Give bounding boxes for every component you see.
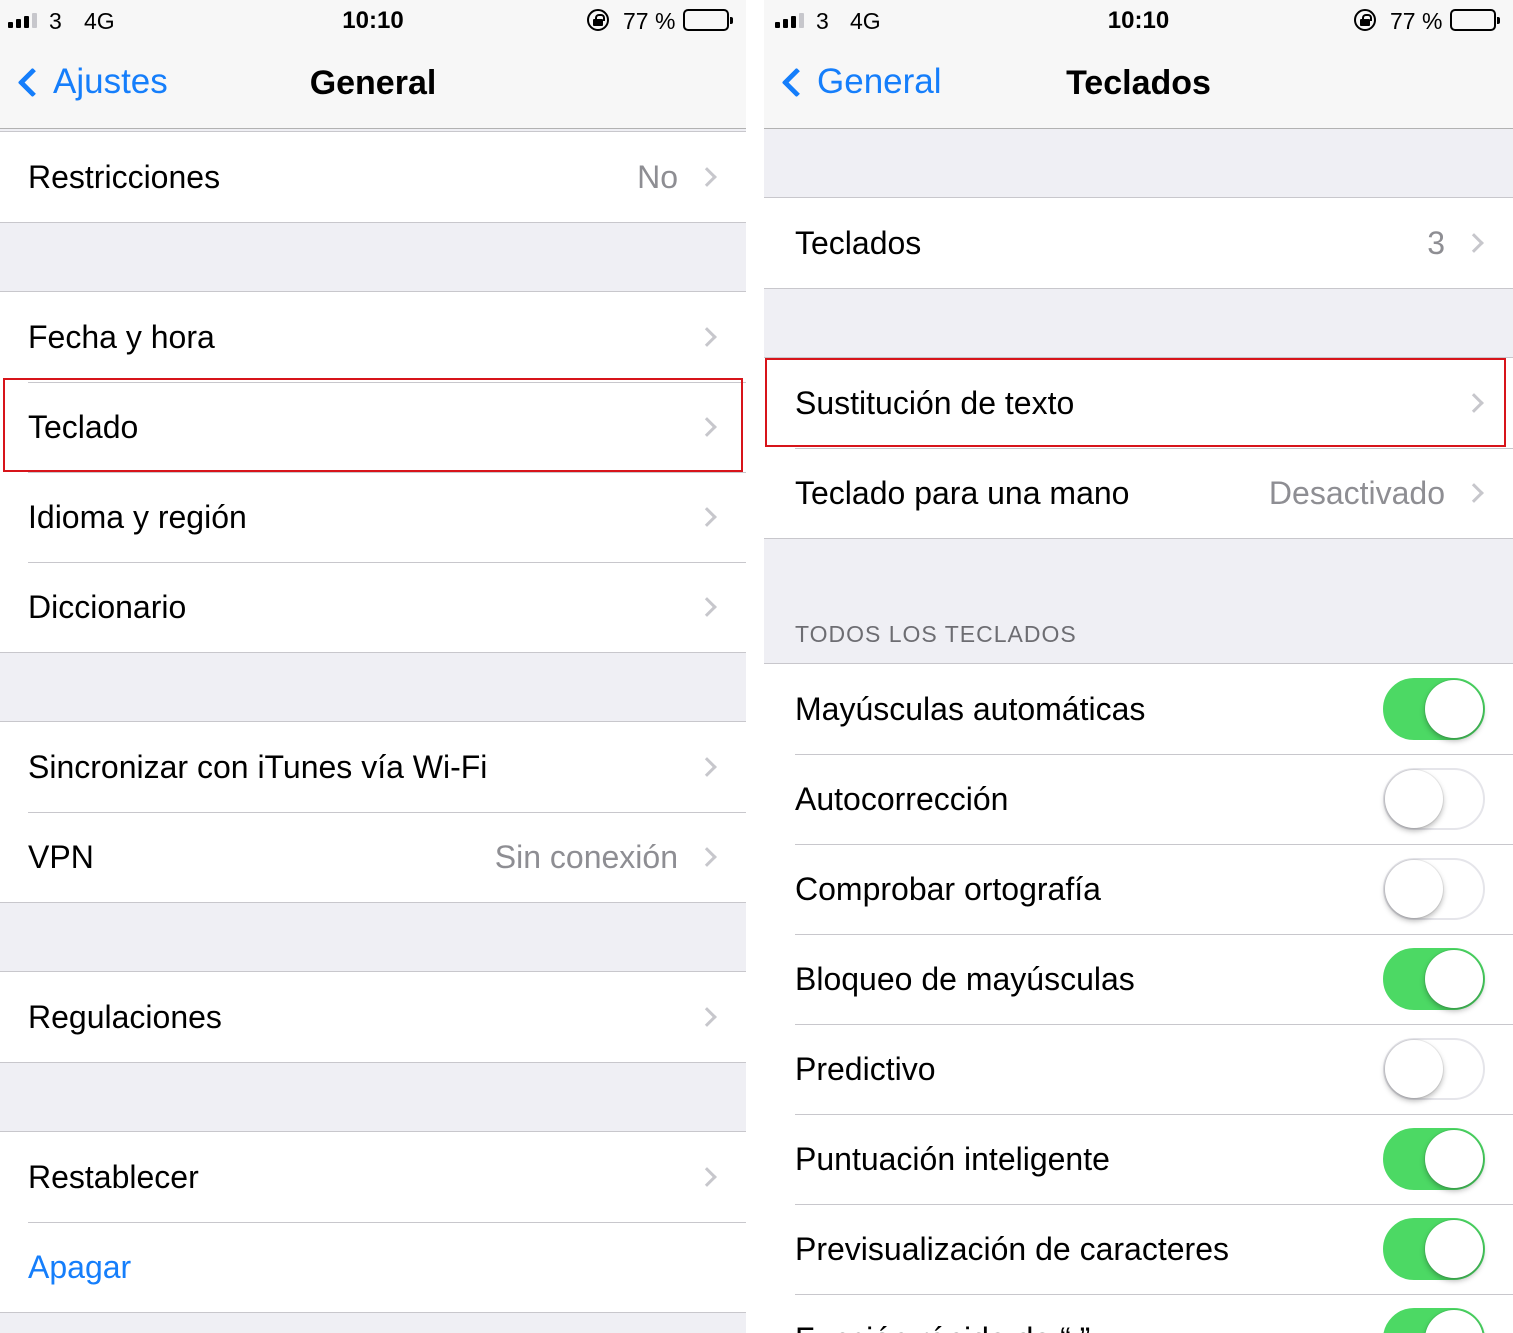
chevron-right-icon — [697, 847, 717, 867]
toggle-row: Predictivo — [764, 1024, 1513, 1114]
toggle-knob — [1425, 1220, 1483, 1278]
keyboard-toggles-group: Mayúsculas automáticas Autocorrección Comp… — [764, 663, 1513, 1333]
settings-group: Regulaciones — [0, 971, 746, 1063]
chevron-right-icon — [697, 1007, 717, 1027]
chevron-right-icon — [1464, 233, 1484, 253]
toggle-switch[interactable] — [1383, 1038, 1485, 1100]
itunes-wifi-sync-row[interactable]: Sincronizar con iTunes vía Wi-Fi — [0, 722, 746, 812]
sustitucion-de-texto-row[interactable]: Sustitución de texto — [764, 358, 1513, 448]
vpn-row[interactable]: VPN Sin conexión — [0, 812, 746, 902]
battery-icon — [1450, 9, 1500, 31]
row-label: Diccionario — [28, 588, 187, 625]
row-label: Idioma y región — [28, 498, 247, 535]
toggle-switch[interactable] — [1383, 858, 1485, 920]
chevron-right-icon — [697, 417, 717, 437]
navigation-bar: General Teclados — [764, 40, 1513, 129]
settings-group: Teclados 3 — [764, 197, 1513, 289]
row-label: Fecha y hora — [28, 318, 215, 355]
battery-icon — [683, 9, 733, 31]
teclado-una-mano-row[interactable]: Teclado para una mano Desactivado — [764, 448, 1513, 538]
settings-group: Fecha y hora Teclado Idioma y región Dic… — [0, 291, 746, 653]
battery-percent: 77 % — [1390, 8, 1443, 34]
status-bar: 3 4G 10:10 77 % — [0, 0, 746, 40]
toggle-label: Puntuación inteligente — [795, 1140, 1110, 1177]
toggle-knob — [1385, 860, 1443, 918]
row-value: Sin conexión — [494, 838, 678, 875]
chevron-right-icon — [697, 167, 717, 187]
rotation-lock-icon — [1354, 9, 1376, 31]
section-header: TODOS LOS TECLADOS — [795, 621, 1077, 647]
toggle-switch[interactable] — [1383, 948, 1485, 1010]
row-value: Desactivado — [1268, 474, 1445, 511]
navigation-bar: Ajustes General — [0, 40, 746, 129]
page-title: Teclados — [1066, 64, 1211, 102]
rotation-lock-icon — [587, 9, 609, 31]
row-label: VPN — [28, 838, 94, 875]
restablecer-row[interactable]: Restablecer — [0, 1132, 746, 1222]
restricciones-row[interactable]: Restricciones No — [0, 132, 746, 222]
row-label: Restricciones — [28, 158, 221, 195]
toggle-label: Bloqueo de mayúsculas — [795, 960, 1135, 997]
toggle-label: Previsualización de caracteres — [795, 1230, 1229, 1267]
toggle-switch[interactable] — [1383, 1308, 1485, 1333]
row-label: Teclados — [795, 224, 922, 261]
row-label: Sustitución de texto — [795, 384, 1075, 421]
chevron-right-icon — [1464, 393, 1484, 413]
toggle-row: Previsualización de caracteres — [764, 1204, 1513, 1294]
status-bar: 3 4G 10:10 77 % — [764, 0, 1513, 40]
toggle-knob — [1425, 1310, 1483, 1333]
row-value: No — [637, 158, 678, 195]
toggle-row: Autocorrección — [764, 754, 1513, 844]
chevron-right-icon — [697, 327, 717, 347]
toggle-label: Comprobar ortografía — [795, 870, 1101, 907]
teclado-row[interactable]: Teclado — [0, 382, 746, 472]
row-label: Regulaciones — [28, 998, 222, 1035]
toggle-knob — [1385, 770, 1443, 828]
diccionario-row[interactable]: Diccionario — [0, 562, 746, 652]
toggle-label: Autocorrección — [795, 780, 1009, 817]
toggle-row: Función rápida de “.” — [764, 1294, 1513, 1333]
row-value: 3 — [1427, 224, 1445, 261]
toggle-switch[interactable] — [1383, 678, 1485, 740]
teclados-row[interactable]: Teclados 3 — [764, 198, 1513, 288]
row-label: Teclado — [28, 408, 139, 445]
chevron-right-icon — [697, 757, 717, 777]
toggle-label: Predictivo — [795, 1050, 936, 1087]
chevron-right-icon — [1464, 483, 1484, 503]
toggle-row: Mayúsculas automáticas — [764, 664, 1513, 754]
toggle-row: Bloqueo de mayúsculas — [764, 934, 1513, 1024]
toggle-knob — [1425, 950, 1483, 1008]
battery-percent: 77 % — [623, 8, 676, 34]
toggle-switch[interactable] — [1383, 1128, 1485, 1190]
settings-group: Restablecer Apagar — [0, 1131, 746, 1313]
general-settings-screen: 3 4G 10:10 77 % Ajustes General Restricc… — [0, 0, 746, 1333]
chevron-right-icon — [697, 597, 717, 617]
chevron-right-icon — [697, 507, 717, 527]
regulaciones-row[interactable]: Regulaciones — [0, 972, 746, 1062]
chevron-right-icon — [697, 1167, 717, 1187]
toggle-label: Función rápida de “.” — [795, 1321, 1383, 1333]
keyboards-settings-screen: 3 4G 10:10 77 % General Teclados Teclado… — [764, 0, 1513, 1333]
settings-group: Sincronizar con iTunes vía Wi-Fi VPN Sin… — [0, 721, 746, 903]
toggle-label: Mayúsculas automáticas — [795, 690, 1146, 727]
toggle-knob — [1385, 1040, 1443, 1098]
row-label: Apagar — [28, 1248, 132, 1285]
fecha-y-hora-row[interactable]: Fecha y hora — [0, 292, 746, 382]
apagar-button[interactable]: Apagar — [0, 1222, 746, 1312]
idioma-y-region-row[interactable]: Idioma y región — [0, 472, 746, 562]
toggle-row: Comprobar ortografía — [764, 844, 1513, 934]
toggle-switch[interactable] — [1383, 1218, 1485, 1280]
toggle-row: Puntuación inteligente — [764, 1114, 1513, 1204]
page-title: General — [309, 64, 437, 102]
toggle-switch[interactable] — [1383, 768, 1485, 830]
settings-group: Sustitución de texto Teclado para una ma… — [764, 357, 1513, 539]
toggle-knob — [1425, 680, 1483, 738]
row-label: Teclado para una mano — [795, 474, 1130, 511]
toggle-knob — [1425, 1130, 1483, 1188]
row-label: Restablecer — [28, 1158, 199, 1195]
row-label: Sincronizar con iTunes vía Wi-Fi — [28, 748, 488, 785]
settings-group: Restricciones No — [0, 131, 746, 223]
